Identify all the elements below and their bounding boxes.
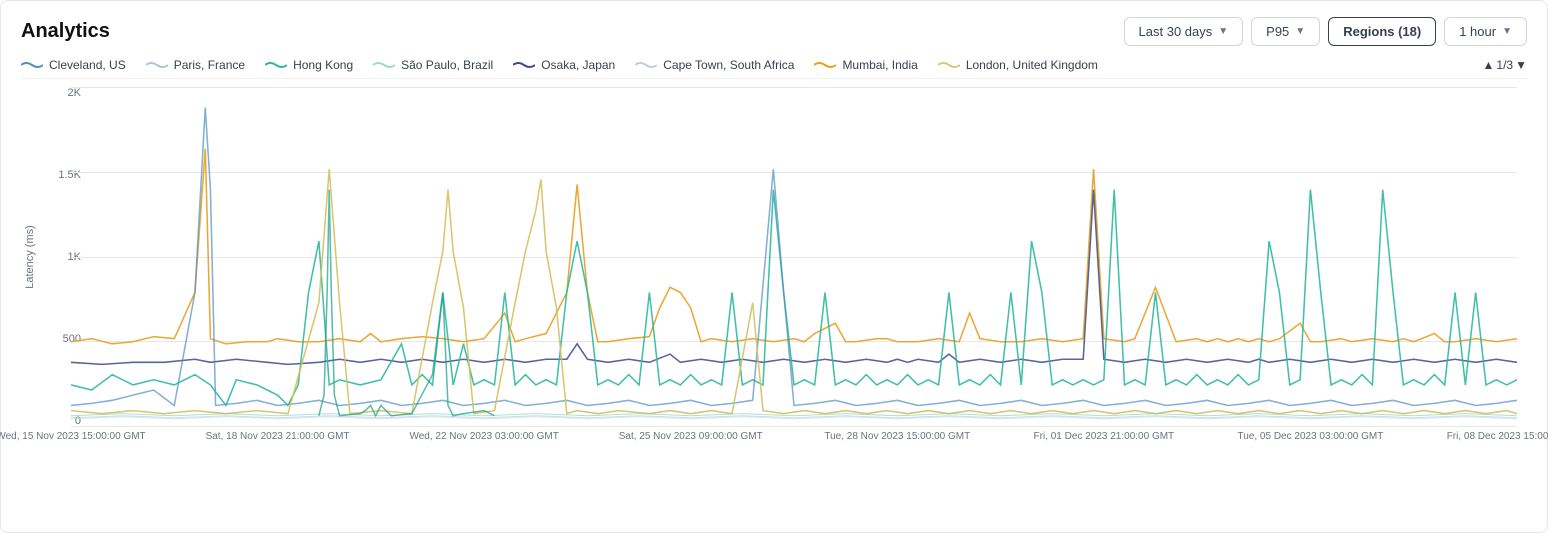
legend-icon xyxy=(635,59,657,71)
legend-label: Cleveland, US xyxy=(49,58,126,72)
y-axis-label: Latency (ms) xyxy=(21,87,39,427)
x-tick: Fri, 08 Dec 2023 15:00:00 GMT xyxy=(1447,431,1548,442)
legend-item-paris[interactable]: Paris, France xyxy=(146,58,245,72)
legend-item-cleveland[interactable]: Cleveland, US xyxy=(21,58,126,72)
x-tick: Wed, 22 Nov 2023 03:00:00 GMT xyxy=(409,431,558,442)
legend: Cleveland, US Paris, France Hong Kong São P… xyxy=(21,58,1527,79)
percentile-button[interactable]: P95 ▼ xyxy=(1251,17,1320,46)
x-tick: Sat, 25 Nov 2023 09:00:00 GMT xyxy=(619,431,763,442)
legend-item-hongkong[interactable]: Hong Kong xyxy=(265,58,353,72)
legend-item-london[interactable]: London, United Kingdom xyxy=(938,58,1098,72)
legend-icon xyxy=(373,59,395,71)
mumbai-line xyxy=(71,149,1517,344)
controls-bar: Last 30 days ▼ P95 ▼ Regions (18) 1 hour… xyxy=(1124,17,1527,46)
x-tick: Sat, 18 Nov 2023 21:00:00 GMT xyxy=(206,431,350,442)
x-tick: Tue, 05 Dec 2023 03:00:00 GMT xyxy=(1238,431,1384,442)
page-title: Analytics xyxy=(21,20,110,43)
hongkong-line xyxy=(71,190,1517,406)
chevron-down-icon: ▼ xyxy=(1295,26,1305,37)
analytics-container: Analytics Last 30 days ▼ P95 ▼ Regions (… xyxy=(0,0,1548,533)
chart-svg xyxy=(71,87,1517,426)
legend-label: Paris, France xyxy=(174,58,245,72)
legend-icon xyxy=(513,59,535,71)
legend-icon xyxy=(938,59,960,71)
prev-page-icon[interactable]: ▲ xyxy=(1483,58,1495,72)
header: Analytics Last 30 days ▼ P95 ▼ Regions (… xyxy=(21,17,1527,46)
legend-label: Cape Town, South Africa xyxy=(663,58,794,72)
chart-area: Latency (ms) 2K1.5K1K5000 xyxy=(21,87,1527,457)
interval-button[interactable]: 1 hour ▼ xyxy=(1444,17,1527,46)
legend-item-mumbai[interactable]: Mumbai, India xyxy=(814,58,917,72)
legend-label: Osaka, Japan xyxy=(541,58,615,72)
legend-item-saopaulo[interactable]: São Paulo, Brazil xyxy=(373,58,493,72)
x-tick: Fri, 01 Dec 2023 21:00:00 GMT xyxy=(1034,431,1175,442)
legend-icon xyxy=(21,59,43,71)
x-tick: Tue, 28 Nov 2023 15:00:00 GMT xyxy=(824,431,970,442)
legend-label: São Paulo, Brazil xyxy=(401,58,493,72)
legend-icon xyxy=(146,59,168,71)
legend-item-osaka[interactable]: Osaka, Japan xyxy=(513,58,615,72)
chevron-down-icon: ▼ xyxy=(1502,26,1512,37)
legend-icon xyxy=(265,59,287,71)
regions-button[interactable]: Regions (18) xyxy=(1328,17,1436,46)
chevron-down-icon: ▼ xyxy=(1218,26,1228,37)
legend-label: London, United Kingdom xyxy=(966,58,1098,72)
chart-plot xyxy=(71,87,1517,427)
legend-pagination: ▲ 1/3 ▼ xyxy=(1483,58,1527,72)
legend-label: Hong Kong xyxy=(293,58,353,72)
date-range-button[interactable]: Last 30 days ▼ xyxy=(1124,17,1244,46)
legend-icon xyxy=(814,59,836,71)
x-tick: Wed, 15 Nov 2023 15:00:00 GMT xyxy=(0,431,146,442)
legend-item-capetown[interactable]: Cape Town, South Africa xyxy=(635,58,794,72)
next-page-icon[interactable]: ▼ xyxy=(1515,58,1527,72)
legend-label: Mumbai, India xyxy=(842,58,917,72)
x-axis: Wed, 15 Nov 2023 15:00:00 GMTSat, 18 Nov… xyxy=(71,429,1517,457)
